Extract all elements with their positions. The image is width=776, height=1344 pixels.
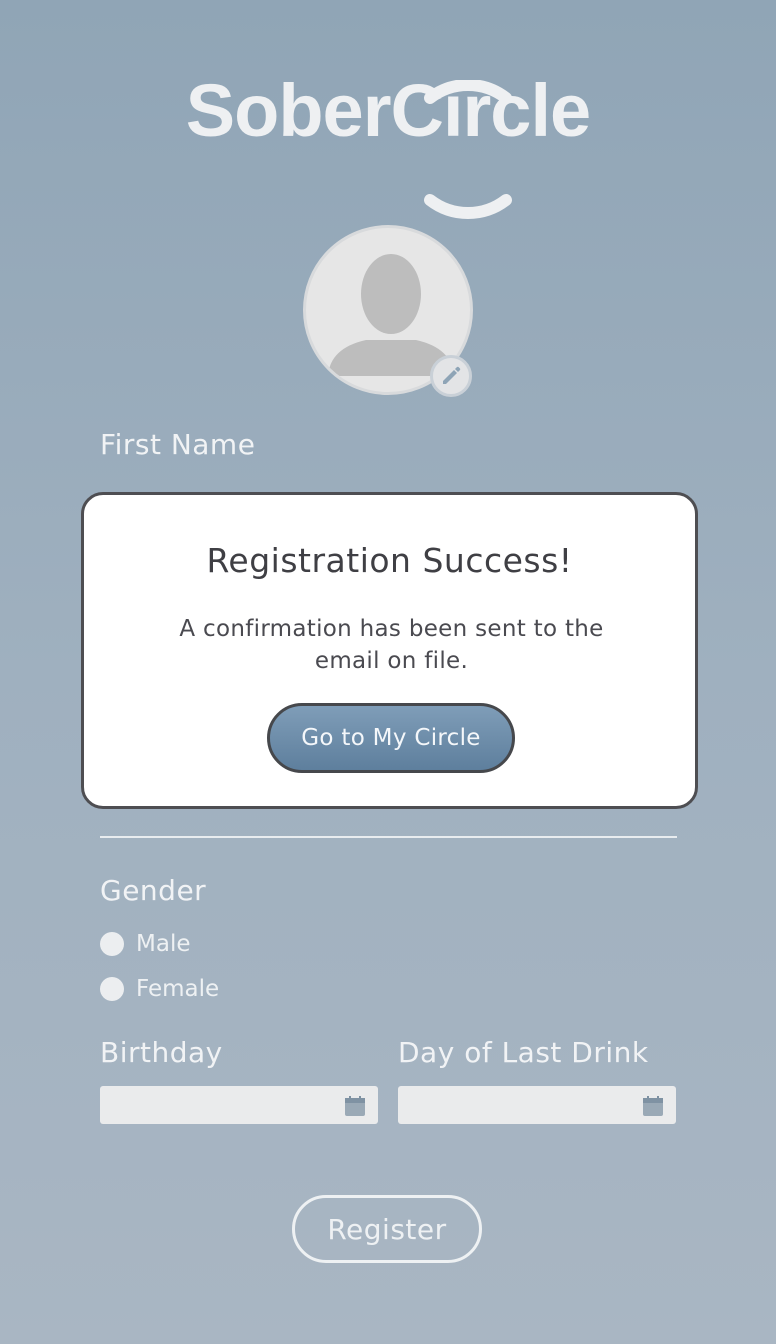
last-drink-label: Day of Last Drink [398,1036,649,1069]
edit-avatar-button[interactable] [430,355,472,397]
radio-female-label: Female [136,976,220,1002]
birthday-label: Birthday [100,1036,223,1069]
gender-option-male[interactable]: Male [100,931,190,957]
register-button[interactable]: Register [292,1195,482,1263]
logo-text: SoberCircle [185,69,591,152]
radio-male-label: Male [136,931,191,957]
input-underline [100,836,677,838]
modal-message: A confirmation has been sent to the emai… [179,616,604,674]
gender-label: Gender [100,874,207,907]
registration-success-modal: Registration Success! A confirmation has… [81,492,698,809]
calendar-icon[interactable] [642,1095,664,1117]
modal-title: Registration Success! [206,541,573,580]
radio-male[interactable] [100,932,124,956]
go-to-my-circle-button[interactable]: Go to My Circle [267,703,515,773]
first-name-label: First Name [100,428,256,461]
calendar-icon[interactable] [344,1095,366,1117]
pencil-icon [443,366,461,384]
radio-female[interactable] [100,977,124,1001]
birthday-input[interactable] [100,1086,378,1124]
gender-option-female[interactable]: Female [100,976,219,1002]
last-drink-input[interactable] [398,1086,676,1124]
